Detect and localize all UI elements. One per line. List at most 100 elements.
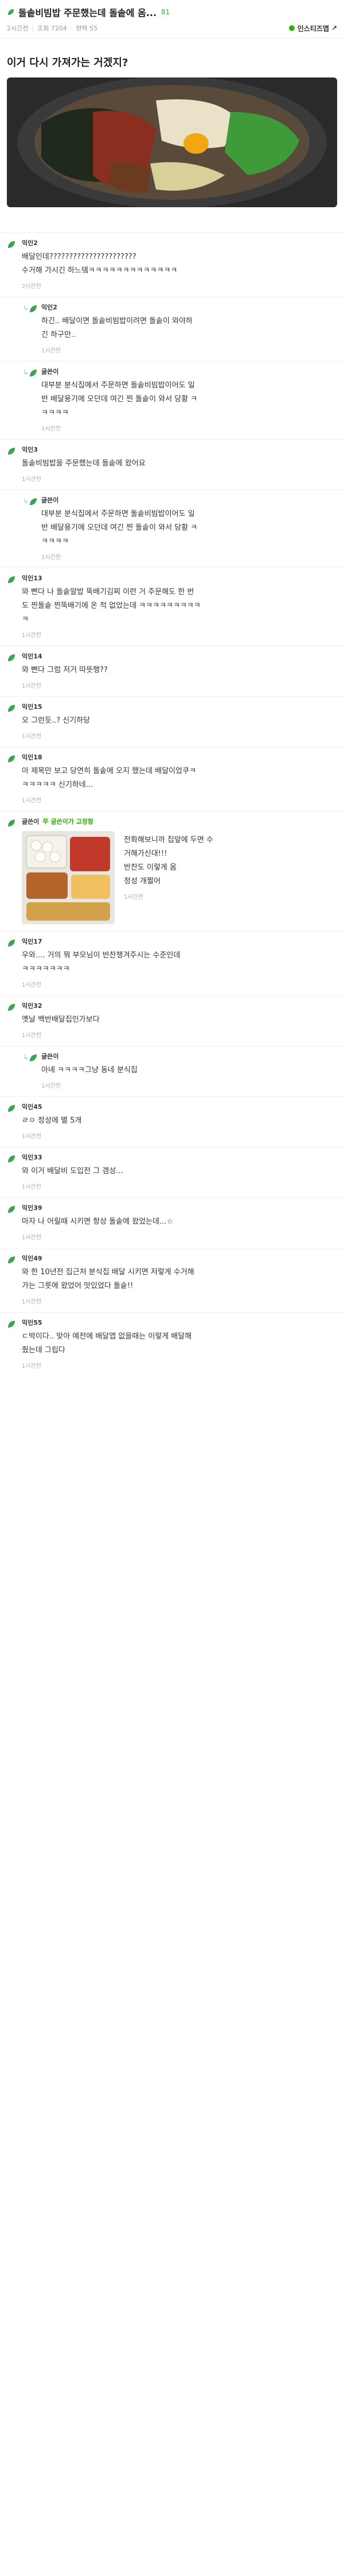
comment-time: 1시간전 [22,734,41,740]
comment-nick: 익인45 [22,1103,42,1111]
insta-app-label: 인스티즈앱 [297,24,329,33]
leaf-icon [30,370,37,377]
reply-arrow-icon: ↳ [23,1053,29,1061]
comment[interactable]: 익인39 마자 나 어릴때 시키면 항상 돌솥에 왔었는데...☆ 1시간전 [0,1197,344,1248]
external-link-icon: ↗ [331,24,337,32]
comment-list: 익인17 우와.... 거의 뭐 부모님이 반찬챙겨주시는 수준인데 ㅋㅋㅋㅋㅋㅋㅋ… [0,931,344,1376]
comment-line: ㅋㅋㅋㅋ [41,537,69,546]
post-recommend: 현택 55 [76,25,98,32]
comment-nick: 글쓴이 쭈 글쓴이가 고정함 [22,818,93,825]
comment[interactable]: 익인17 우와.... 거의 뭐 부모님이 반찬챙겨주시는 수준인데 ㅋㅋㅋㅋㅋㅋㅋ… [0,931,344,995]
comment-line: ㅋㅋㅋㅋ [41,409,69,417]
reply-comment[interactable]: ↳ 익인2 하긴.. 배달이면 돌솥비빔밥이려면 돌솥이 와야하 긴 하구만.. 1시간… [0,297,344,361]
meta-info: 2시간전 | 조회 7204 · 현택 55 [7,25,98,32]
leaf-icon [8,448,15,455]
reply-arrow-icon: ↳ [23,497,29,505]
post-title: 돌솥비빔밥 주문했는데 돌솥에 옴... [18,7,157,18]
comment-line: 도 찐돌솥 찐뚝배기에 온 적 없었는데 ㅋㅋㅋㅋㅋㅋㅋㅋㅋ [22,602,201,610]
comment-time: 1시간전 [22,1184,41,1190]
comment[interactable]: 익인32 옛날 백반배달집인가보다 1시간전 [0,995,344,1046]
post-headline: 이거 다시 가져가는 거겠지? [7,57,128,69]
comment-line: 가는 그릇에 왔었어 맛있었다 돌솥!! [22,1282,134,1290]
leaf-icon [8,705,15,712]
leaf-icon [8,576,15,583]
comment-line: 배달인데?????????????????????? [22,253,136,261]
comment-line: 와 뻔다 나 돌솥알밥 뚝배기김찌 이런 거 주문해도 한 번 [22,588,194,596]
leaf-icon [30,498,37,505]
comment-line: 오 그런듯..? 신기하당 [22,716,91,725]
comment[interactable]: 익인49 와 한 10년전 집근처 분식집 배달 시키면 저렇게 수거해 가는 그릇… [0,1248,344,1312]
comment[interactable]: 익인45 ㄹㅇ 정성에 별 5개 1시간전 [0,1096,344,1147]
comment-nick: 익인2 [22,239,38,247]
comment[interactable]: 익인14 와 뻔다 그럼 저거 따뜻행?? 1시간전 [0,646,344,696]
reply-comment[interactable]: ↳ 글쓴이아녜 ㅋㅋㅋㅋ그냥 동네 분식집 1시간전 [0,1046,344,1096]
comment-time: 1시간전 [41,554,61,561]
reply-comment[interactable]: ↳ 글쓴이 대부분 분식집에서 주문하면 돌솥비빔밥이어도 일반 배달용기에 오던데… [0,361,344,439]
side-dish-photo[interactable] [22,831,115,924]
comment-line: 대부분 분식집에서 주문하면 돌솥비빔밥이어도 일 [41,510,195,518]
comment-line: 정성 개쩔어 [124,877,161,886]
title-bar: 돌솥비빔밥 주문했는데 돌솥에 옴... 81 [0,0,344,20]
comment-time: 1시간전 [22,476,41,483]
comment[interactable]: 익인18 아 제목만 보고 당연히 돌솥에 오지 했는데 배달이었쿠ㅋ ㅋㅋㅋㅋㅋ … [0,747,344,811]
comment[interactable]: 익인3 돌솥비빔밥을 주문했는데 돌솥에 왔어요 1시간전 [0,439,344,490]
leaf-icon [8,1256,15,1263]
comment-line: 아 제목만 보고 당연히 돌솥에 오지 했는데 배달이었쿠ㅋ [22,767,197,775]
comment-line: 우와.... 거의 뭐 부모님이 반찬챙겨주시는 수준인데 [22,951,181,960]
comment-with-photo[interactable]: 글쓴이 쭈 글쓴이가 고정함 전화해보니까 집앞에 두면 수 거해가신대!!! 반… [0,811,344,931]
comment-line: ㅋㅋㅋㅋㅋ 신기하네... [22,781,93,789]
comment-line: 돌솥비빔밥을 주문했는데 돌솥에 왔어요 [22,459,146,468]
comment-line: 수거해 가시긴 하느뎈ㅋㅋㅋㅋㅋㅋㅋㅋㅋㅋㅋㅋㅋ [22,266,178,275]
leaf-icon [8,755,15,762]
insta-app-button[interactable]: 인스티즈앱 ↗ [288,24,337,33]
post-time: 2시간전 [7,25,29,32]
comment-line: ㄷ박이다.. 맞아 예전에 배달앱 없을때는 이렇게 배달해 [22,1332,192,1341]
comment-time: 1시간전 [22,1235,41,1241]
comment-line: 하긴.. 배달이면 돌솥비빔밥이려면 돌솥이 와야하 [41,317,193,325]
leaf-icon [8,241,15,248]
comment-line: 옛날 백반배달집인가보다 [22,1015,100,1024]
comment-count[interactable]: 81 [161,8,170,16]
app-icon [288,25,295,31]
comment-line: 반찬도 이렇게 옴 [124,863,177,872]
comment-time: 1시간전 [22,1134,41,1140]
comment-nick: 익인32 [22,1002,42,1010]
comment-line: 마자 나 어릴때 시키면 항상 돌솥에 왔었는데...☆ [22,1217,174,1226]
comment[interactable]: 익인2 배달인데?????????????????????? 수거해 가시긴 하느뎈… [0,232,344,297]
comment-time: 1시간전 [22,683,41,689]
comment-line: 긴 하구만.. [41,331,76,339]
photo-comment-text: 전화해보니까 집앞에 두면 수 거해가신대!!! 반찬도 이렇게 옴 정성 개쩔… [124,831,213,924]
comment[interactable]: 익인55 ㄷ박이다.. 맞아 예전에 배달앱 없을때는 이렇게 배달해 줬는데 그립… [0,1312,344,1376]
comment-time: 1시간전 [41,348,61,354]
comment-time: 2시간전 [22,284,41,290]
comment[interactable]: 익인33 와 이거 배달비 도입전 그 갬성... 1시간전 [0,1147,344,1197]
comment[interactable]: 익인13 와 뻔다 나 돌솥알밥 뚝배기김찌 이런 거 주문해도 한 번도 찐돌솥… [0,568,344,646]
leaf-icon [30,1054,37,1061]
comment-list: 익인2 배달인데?????????????????????? 수거해 가시긴 하느뎈… [0,232,344,811]
comment-line: 와 뻔다 그럼 저거 따뜻행?? [22,666,108,674]
comment-time: 1시간전 [22,798,41,804]
comment-line: ㅋㅋㅋㅋㅋㅋㅋ [22,965,70,973]
comment-time: 1시간전 [124,894,143,901]
comment-time: 1시간전 [22,1363,41,1370]
comment-nick: 익인17 [22,938,42,945]
reply-arrow-icon: ↳ [23,304,29,312]
comment-nick: 익인15 [22,703,42,711]
comment[interactable]: 익인15 오 그런듯..? 신기하당 1시간전 [0,696,344,747]
comment-nick: 익인14 [22,653,42,660]
comment-time: 1시간전 [41,1083,61,1089]
leaf-icon [8,1321,15,1328]
comment-time: 1시간전 [22,982,41,988]
comment-nick: 익인55 [22,1319,42,1326]
pinned-badge: 쭈 글쓴이가 고정함 [42,818,93,825]
comment-nick: 익인13 [22,575,42,582]
comment-line: 아녜 ㅋㅋㅋㅋ그냥 동네 분식집 [41,1066,138,1074]
comment-line: 와 한 10년전 집근처 분식집 배달 시키면 저렇게 수거해 [22,1268,194,1277]
reply-comment[interactable]: ↳ 글쓴이 대부분 분식집에서 주문하면 돌솥비빔밥이어도 일반 배달용기에 오던데… [0,490,344,568]
comment-line: 반 배달용기에 오던데 여긴 찐 돌솥이 와서 당황 ㅋ [41,523,198,532]
comment-nick: 글쓴이 [41,1053,59,1060]
comment-line: 와 이거 배달비 도입전 그 갬성... [22,1167,123,1176]
post-meta: 2시간전 | 조회 7204 · 현택 55 인스티즈앱 ↗ [0,20,344,34]
comment-nick: 익인39 [22,1204,42,1212]
